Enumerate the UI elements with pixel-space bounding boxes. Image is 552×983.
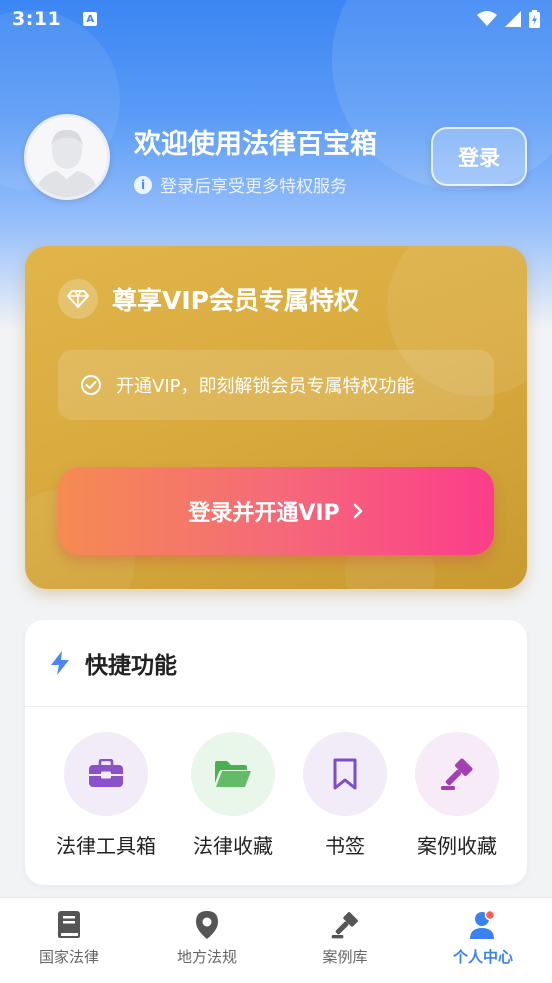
quick-item-bookmarks[interactable]: 书签 [285, 732, 405, 859]
bookmark-icon [303, 732, 387, 816]
nav-label: 案例库 [322, 948, 368, 966]
nav-label: 国家法律 [38, 948, 99, 966]
login-button[interactable]: 登录 [431, 127, 527, 186]
info-icon: i [134, 175, 152, 194]
person-icon [470, 910, 496, 939]
vip-benefit-row: 开通VIP，即刻解锁会员专属特权功能 [58, 350, 494, 420]
status-time: 3:11 [12, 8, 62, 30]
vip-benefit-text: 开通VIP，即刻解锁会员专属特权功能 [116, 376, 415, 397]
nav-item-national-law[interactable]: 国家法律 [0, 910, 138, 967]
vip-title: 尊享VIP会员专属特权 [112, 286, 359, 315]
gavel-icon [415, 732, 499, 816]
diamond-icon [58, 279, 98, 319]
welcome-title: 欢迎使用法律百宝箱 [134, 129, 377, 160]
nav-item-personal-center[interactable]: 个人中心 [414, 910, 552, 967]
wifi-icon [477, 11, 497, 26]
lightning-icon [51, 651, 69, 675]
book-icon [58, 911, 80, 938]
quick-functions-header: 快捷功能 [25, 620, 527, 707]
bottom-nav: 国家法律 地方法规 案例库 个人中心 [0, 897, 552, 983]
signal-icon [505, 11, 521, 27]
toolbox-icon [64, 732, 148, 816]
location-pin-icon [196, 911, 218, 939]
nav-item-case-library[interactable]: 案例库 [276, 910, 414, 967]
nav-label: 地方法规 [176, 948, 237, 966]
notification-icon: A [83, 12, 98, 26]
login-open-vip-button[interactable]: 登录并开通VIP [58, 467, 494, 555]
nav-item-local-regulations[interactable]: 地方法规 [138, 910, 276, 967]
vip-header: 尊享VIP会员专属特权 [58, 279, 359, 319]
battery-icon [529, 10, 540, 28]
vip-cta-label: 登录并开通VIP [188, 501, 340, 526]
quick-item-label: 法律收藏 [193, 834, 273, 858]
quick-functions-card: 快捷功能 法律工具箱 法律收藏 书签 案例收藏 [25, 620, 527, 885]
status-bar: 3:11 A [0, 0, 552, 38]
quick-item-case-favorites[interactable]: 案例收藏 [397, 732, 517, 859]
vip-card: 尊享VIP会员专属特权 开通VIP，即刻解锁会员专属特权功能 登录并开通VIP [25, 246, 527, 589]
quick-functions-title: 快捷功能 [85, 653, 177, 679]
quick-item-label: 书签 [325, 834, 365, 858]
chevron-right-icon [353, 503, 362, 519]
quick-item-label: 案例收藏 [417, 834, 497, 858]
quick-item-legal-favorites[interactable]: 法律收藏 [173, 732, 293, 859]
avatar[interactable] [24, 114, 110, 200]
default-avatar-icon [27, 117, 107, 197]
status-icons [477, 10, 540, 28]
quick-item-legal-toolbox[interactable]: 法律工具箱 [46, 732, 166, 859]
nav-label: 个人中心 [452, 948, 513, 966]
gavel-icon [331, 912, 358, 939]
quick-item-label: 法律工具箱 [56, 834, 156, 858]
folder-icon [191, 732, 275, 816]
welcome-subtitle: i 登录后享受更多特权服务 [134, 172, 347, 197]
check-circle-icon [81, 375, 101, 395]
welcome-subtitle-text: 登录后享受更多特权服务 [160, 177, 347, 197]
